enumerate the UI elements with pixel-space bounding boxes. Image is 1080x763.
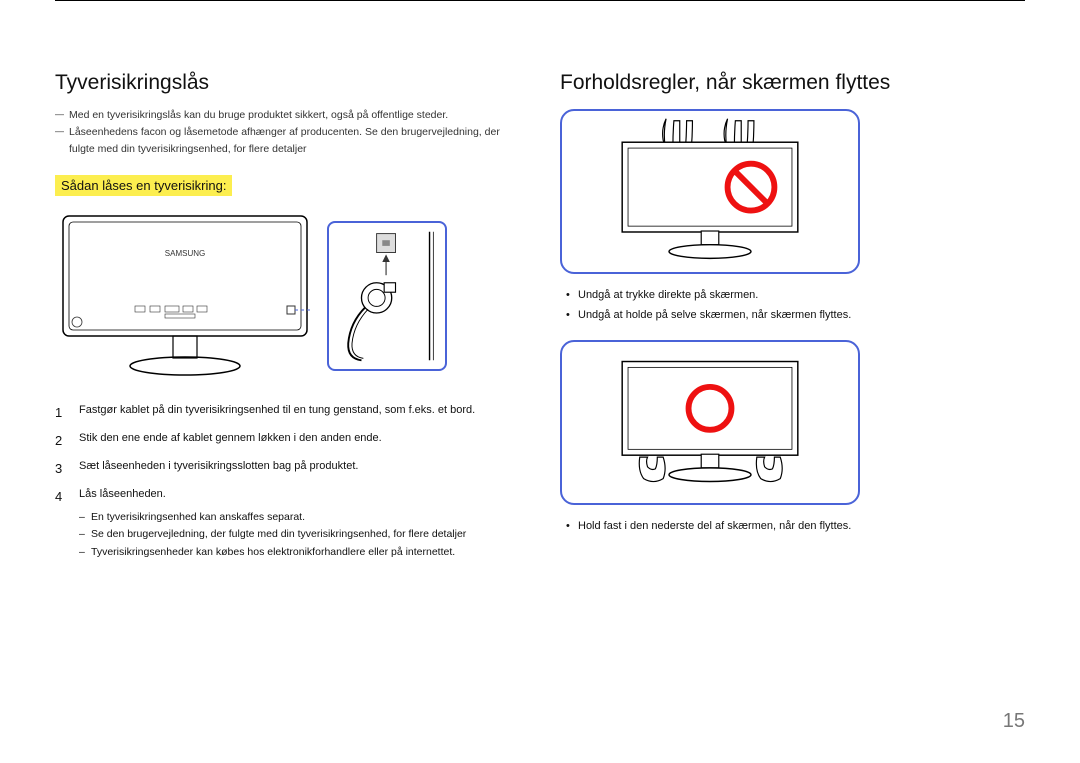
step-4: Lås låseenheden. En tyverisikringsenhed …	[55, 485, 520, 562]
permit-bullets: Hold fast i den nederste del af skærmen,…	[560, 517, 1025, 537]
svg-text:SAMSUNG: SAMSUNG	[165, 249, 205, 258]
step-3: Sæt låseenheden i tyverisikringsslotten …	[55, 457, 520, 477]
step-1: Fastgør kablet på din tyverisikringsenhe…	[55, 401, 520, 421]
permit-bullet-1: Hold fast i den nederste del af skærmen,…	[560, 517, 1025, 537]
step-4-sub-2: Se den brugervejledning, der fulgte med …	[79, 526, 520, 544]
note-1: Med en tyverisikringslås kan du bruge pr…	[55, 107, 520, 124]
step-2: Stik den ene ende af kablet gennem løkke…	[55, 429, 520, 449]
prohibit-bullet-1: Undgå at trykke direkte på skærmen.	[560, 286, 1025, 306]
prohibit-bullet-2: Undgå at holde på selve skærmen, når skæ…	[560, 306, 1025, 326]
lock-steps: Fastgør kablet på din tyverisikringsenhe…	[55, 401, 520, 562]
monitor-back-illustration: SAMSUNG	[55, 208, 315, 383]
right-column: Forholdsregler, når skærmen flyttes Undg…	[560, 71, 1025, 570]
note-2: Låseenhedens facon og låsemetode afhænge…	[55, 124, 520, 158]
lock-subheading: Sådan låses en tyverisikring:	[55, 175, 232, 196]
anti-theft-heading: Tyverisikringslås	[55, 71, 520, 95]
left-column: Tyverisikringslås Med en tyverisikringsl…	[55, 71, 520, 570]
step-4-sub-3: Tyverisikringsenheder kan købes hos elek…	[79, 544, 520, 562]
step-4-text: Lås låseenheden.	[79, 488, 166, 500]
prohibit-illustration	[560, 109, 860, 274]
lock-figure: SAMSUNG	[55, 208, 520, 383]
lock-zoom-illustration	[327, 221, 447, 371]
step-4-sub-1: En tyverisikringsenhed kan anskaffes sep…	[79, 509, 520, 527]
page-number: 15	[1003, 710, 1025, 733]
prohibit-bullets: Undgå at trykke direkte på skærmen. Undg…	[560, 286, 1025, 326]
move-precautions-heading: Forholdsregler, når skærmen flyttes	[560, 71, 1025, 95]
permit-illustration	[560, 340, 860, 505]
